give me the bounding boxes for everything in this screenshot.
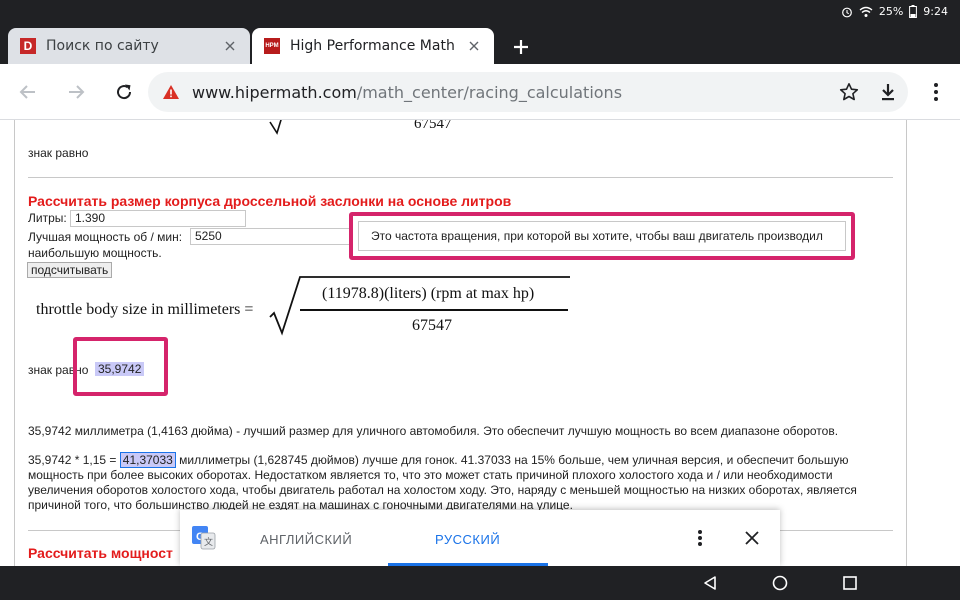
para-line: 35,9742 * 1,15 = 41,37033 миллиметры (1,… <box>28 452 849 468</box>
tab-site-search[interactable]: D Поиск по сайту <box>8 28 250 64</box>
race-size-paragraph: 35,9742 * 1,15 = 41,37033 миллиметры (1,… <box>28 452 890 513</box>
tab-strip: D Поиск по сайту HPM High Performance Ma… <box>0 24 960 64</box>
svg-text:文: 文 <box>204 536 213 548</box>
formula-denominator: 67547 <box>412 317 452 334</box>
url-path: /math_center/racing_calculations <box>356 82 623 102</box>
address-bar[interactable]: www.hipermath.com/math_center/racing_cal… <box>148 72 908 112</box>
street-size-paragraph: 35,9742 миллиметра (1,4163 дюйма) - лучш… <box>28 424 839 438</box>
circle-home-icon <box>772 575 788 591</box>
tab-title: High Performance Math <box>290 38 455 54</box>
wifi-icon <box>859 6 873 18</box>
translate-bar: G文 АНГЛИЙСКИЙ РУССКИЙ <box>180 510 780 566</box>
battery-icon <box>909 5 918 18</box>
rpm-label-wrap: наибольшую мощность. <box>28 246 162 260</box>
close-tab-button[interactable] <box>216 32 244 60</box>
rpm-label: Лучшая мощность об / мин: <box>28 230 183 244</box>
sqrt-sign-partial <box>269 120 282 135</box>
liters-input[interactable]: 1.390 <box>70 210 246 227</box>
plus-icon <box>514 40 528 54</box>
divider <box>28 177 893 178</box>
battery-percent: 25% <box>878 5 904 18</box>
nav-back-button[interactable] <box>700 573 720 593</box>
race-value: 41,37033 <box>119 452 176 468</box>
reload-button[interactable] <box>110 78 138 106</box>
arrow-left-icon <box>19 85 35 99</box>
para-line: увеличения оборотов холостого хода, чтоб… <box>28 483 857 497</box>
tab-title: Поиск по сайту <box>46 38 159 54</box>
translate-close-button[interactable] <box>740 526 764 550</box>
close-icon <box>469 41 479 51</box>
top-equals-label: знак равно <box>28 146 89 160</box>
alarm-icon <box>841 6 853 18</box>
para-line: мощность при более высоких оборотах. Нед… <box>28 468 833 482</box>
menu-button[interactable] <box>922 78 950 106</box>
rpm-input[interactable]: 5250 <box>190 228 350 245</box>
top-formula-denominator: 67547 <box>414 120 452 132</box>
clock: 9:24 <box>923 5 948 18</box>
more-vert-icon <box>698 530 702 546</box>
next-section-title: Рассчитать мощност <box>28 545 173 561</box>
system-nav-bar <box>0 566 960 600</box>
liters-label: Литры: <box>28 211 67 225</box>
nav-home-button[interactable] <box>770 573 790 593</box>
status-bar: 25% 9:24 <box>0 0 960 24</box>
tooltip-box: Это частота вращения, при которой вы хот… <box>358 221 846 251</box>
arrow-right-icon <box>69 85 85 99</box>
url-text: www.hipermath.com/math_center/racing_cal… <box>192 83 622 102</box>
bookmark-button[interactable] <box>835 78 863 106</box>
translate-options-button[interactable] <box>688 526 712 550</box>
square-recents-icon <box>843 576 857 590</box>
favicon-d: D <box>20 38 36 54</box>
screen: 25% 9:24 D Поиск по сайту HPM High Perfo… <box>0 0 960 600</box>
url-domain: www.hipermath.com <box>192 82 357 102</box>
source-language-tab[interactable]: АНГЛИЙСКИЙ <box>260 532 352 547</box>
web-page: 67547 знак равно Рассчитать размер корпу… <box>0 120 960 566</box>
section-title: Рассчитать размер корпуса дроссельной за… <box>28 193 512 209</box>
forward-button[interactable] <box>62 78 90 106</box>
download-button[interactable] <box>874 78 902 106</box>
formula-lhs: throttle body size in millimeters = <box>36 301 254 318</box>
reload-icon <box>117 84 132 100</box>
result-value: 35,9742 <box>95 362 145 376</box>
back-button[interactable] <box>14 78 42 106</box>
more-vert-icon <box>934 83 938 101</box>
warning-icon[interactable] <box>162 84 180 100</box>
browser-toolbar: www.hipermath.com/math_center/racing_cal… <box>0 64 960 120</box>
close-icon <box>745 531 759 545</box>
calculate-button[interactable]: подсчитывать <box>27 262 113 278</box>
tooltip-annotation: Это частота вращения, при которой вы хот… <box>349 212 855 260</box>
new-tab-button[interactable] <box>508 34 534 60</box>
google-translate-icon: G文 <box>192 526 216 554</box>
favicon-hpm: HPM <box>264 38 280 54</box>
tab-high-performance-math[interactable]: HPM High Performance Math <box>252 28 494 64</box>
target-language-tab[interactable]: РУССКИЙ <box>435 532 500 547</box>
triangle-back-icon <box>704 576 716 590</box>
close-tab-button[interactable] <box>460 32 488 60</box>
download-icon <box>882 84 894 101</box>
star-icon <box>839 83 859 101</box>
close-icon <box>225 41 235 51</box>
tooltip-text: Это частота вращения, при которой вы хот… <box>371 229 823 243</box>
fraction-bar <box>300 309 568 311</box>
nav-recents-button[interactable] <box>840 573 860 593</box>
formula-numerator: (11978.8)(liters) (rpm at max hp) <box>322 285 535 302</box>
